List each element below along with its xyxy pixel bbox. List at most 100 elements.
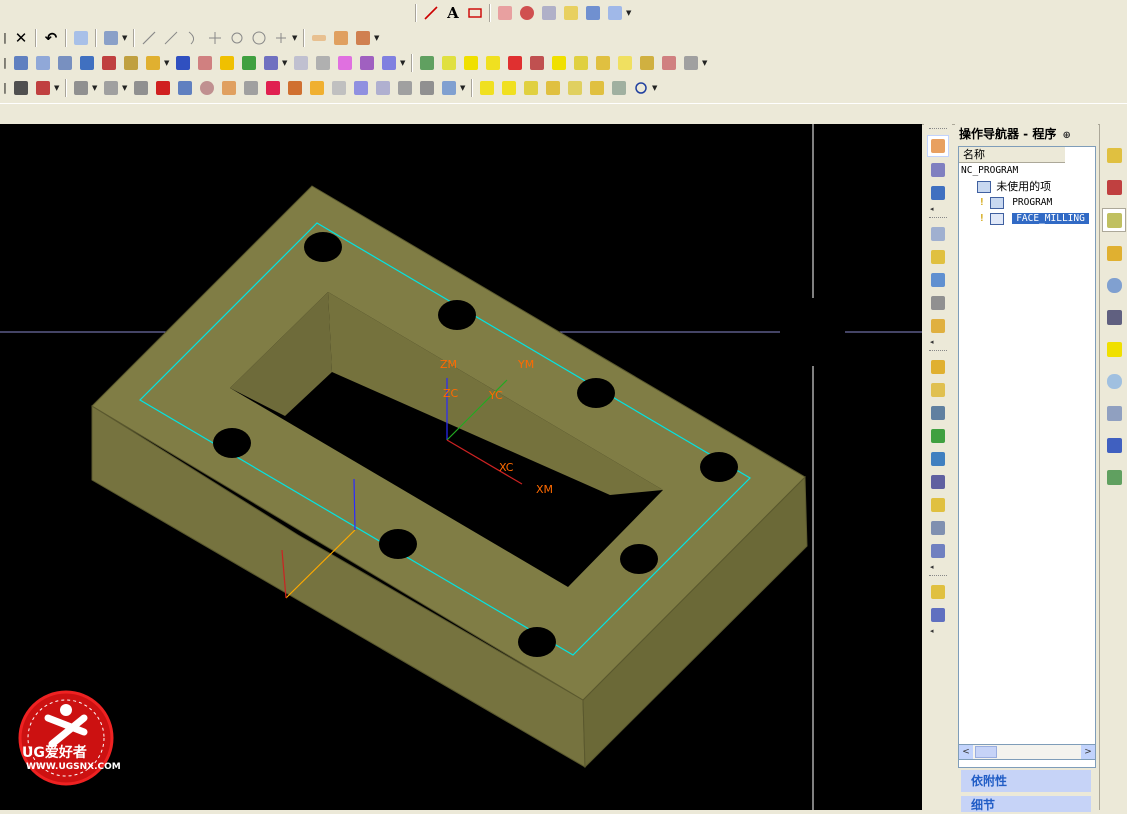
- text-icon[interactable]: A: [443, 3, 463, 23]
- loop-icon[interactable]: [631, 78, 651, 98]
- sketch-icon[interactable]: [309, 28, 329, 48]
- num-3-icon[interactable]: [477, 78, 497, 98]
- toolpath-icon[interactable]: [527, 53, 547, 73]
- dropdown-arrow[interactable]: ▼: [54, 84, 60, 92]
- dropdown-arrow[interactable]: ▼: [122, 84, 128, 92]
- clip-icon[interactable]: [241, 78, 261, 98]
- clipboard-icon[interactable]: [543, 78, 563, 98]
- lighting-icon[interactable]: [219, 78, 239, 98]
- web-browser-tab[interactable]: [1103, 274, 1125, 296]
- surface-view-icon[interactable]: [395, 78, 415, 98]
- erase-icon[interactable]: [351, 78, 371, 98]
- material-icon[interactable]: [285, 78, 305, 98]
- program-icon[interactable]: [417, 53, 437, 73]
- text-style-icon[interactable]: [261, 53, 281, 73]
- feature-icon[interactable]: [583, 3, 603, 23]
- gear-icon[interactable]: [681, 53, 701, 73]
- sphere-icon[interactable]: [197, 78, 217, 98]
- power-icon[interactable]: [461, 53, 481, 73]
- transform-icon[interactable]: [928, 605, 948, 625]
- create-tool-icon[interactable]: [928, 247, 948, 267]
- name-icon[interactable]: [549, 53, 569, 73]
- num-4-icon[interactable]: [499, 78, 519, 98]
- chevron-down-icon[interactable]: ◂: [924, 563, 952, 571]
- spline-icon[interactable]: [183, 28, 203, 48]
- create-program-icon[interactable]: [928, 224, 948, 244]
- block-icon[interactable]: [121, 53, 141, 73]
- assembly-icon[interactable]: [99, 53, 119, 73]
- face-icon[interactable]: [495, 3, 515, 23]
- table-icon[interactable]: [357, 53, 377, 73]
- dropdown-arrow[interactable]: ▼: [702, 59, 708, 67]
- dropdown-arrow[interactable]: ▼: [400, 59, 406, 67]
- reuse-library-tab[interactable]: [1103, 242, 1125, 264]
- program-view-icon[interactable]: [928, 183, 948, 203]
- shop-doc-icon[interactable]: [615, 53, 635, 73]
- toolbar-grip[interactable]: [929, 128, 947, 132]
- chevron-down-icon[interactable]: ◂: [924, 338, 952, 346]
- dropdown-arrow[interactable]: ▼: [92, 84, 98, 92]
- chevron-left-icon[interactable]: |: [1, 78, 9, 98]
- replay-icon[interactable]: [928, 380, 948, 400]
- operations-icon[interactable]: [587, 78, 607, 98]
- blend-icon[interactable]: [335, 53, 355, 73]
- solid-icon[interactable]: [153, 78, 173, 98]
- delete-view-icon[interactable]: [329, 78, 349, 98]
- colour-icon[interactable]: [239, 53, 259, 73]
- shade-icon[interactable]: [71, 78, 91, 98]
- column-header-name[interactable]: 名称: [959, 147, 1065, 163]
- chevron-left-icon[interactable]: |: [1, 53, 9, 73]
- cube-icon[interactable]: [11, 53, 31, 73]
- delete-button[interactable]: ✕: [11, 28, 31, 48]
- warning-icon[interactable]: [217, 53, 237, 73]
- tree-node-root[interactable]: NC_PROGRAM: [959, 163, 1095, 179]
- wireframe-icon[interactable]: [101, 78, 121, 98]
- part-model[interactable]: ZM YM ZC YC XC XM: [0, 124, 922, 810]
- print-preview-icon[interactable]: [33, 78, 53, 98]
- gear-icon[interactable]: [609, 78, 629, 98]
- copy-tool-icon[interactable]: [928, 541, 948, 561]
- cut-icon[interactable]: [928, 518, 948, 538]
- scroll-right-button[interactable]: >: [1081, 745, 1095, 759]
- create-geometry-icon[interactable]: [928, 270, 948, 290]
- line-icon[interactable]: [139, 28, 159, 48]
- grid-icon[interactable]: [33, 53, 53, 73]
- line-icon[interactable]: [421, 3, 441, 23]
- bolt-icon[interactable]: [379, 53, 399, 73]
- operation-navigator-tab[interactable]: [1103, 144, 1125, 166]
- graphics-viewport[interactable]: ZM YM ZC YC XC XM: [0, 124, 922, 810]
- note-icon[interactable]: [565, 78, 585, 98]
- copy-icon[interactable]: [71, 28, 91, 48]
- post-process-icon[interactable]: [928, 449, 948, 469]
- pattern-icon[interactable]: [195, 53, 215, 73]
- curve-icon[interactable]: [517, 3, 537, 23]
- dropdown-arrow[interactable]: ▼: [626, 9, 632, 17]
- edit-object-icon[interactable]: [928, 582, 948, 602]
- process-tab[interactable]: [1103, 434, 1125, 456]
- shop-docs-icon[interactable]: [928, 495, 948, 515]
- dependencies-header[interactable]: 依附性: [961, 770, 1091, 792]
- horizontal-scrollbar[interactable]: < >: [958, 744, 1096, 760]
- dropdown-arrow[interactable]: ▼: [122, 34, 128, 42]
- highlight-icon[interactable]: [927, 135, 949, 157]
- dropdown-arrow[interactable]: ▼: [652, 84, 658, 92]
- output-icon[interactable]: [928, 472, 948, 492]
- create-method-icon[interactable]: [928, 293, 948, 313]
- report-icon[interactable]: [637, 53, 657, 73]
- pin-icon[interactable]: ⊕: [1063, 130, 1071, 141]
- undo-button[interactable]: ↶: [41, 28, 61, 48]
- system-materials-tab[interactable]: [1103, 402, 1125, 424]
- part-navigator-tab[interactable]: [1102, 208, 1126, 232]
- component-icon[interactable]: [173, 53, 193, 73]
- circle-icon[interactable]: [249, 28, 269, 48]
- render-icon[interactable]: [263, 78, 283, 98]
- training-tab[interactable]: [1103, 306, 1125, 328]
- point-icon[interactable]: [205, 28, 225, 48]
- dimension-icon[interactable]: [331, 28, 351, 48]
- assembly-navigator-tab[interactable]: [1103, 176, 1125, 198]
- rectangle-icon[interactable]: [465, 3, 485, 23]
- surface-icon[interactable]: [313, 53, 333, 73]
- properties-icon[interactable]: [101, 28, 121, 48]
- chevron-down-icon[interactable]: ◂: [924, 205, 952, 213]
- view-icon[interactable]: [605, 3, 625, 23]
